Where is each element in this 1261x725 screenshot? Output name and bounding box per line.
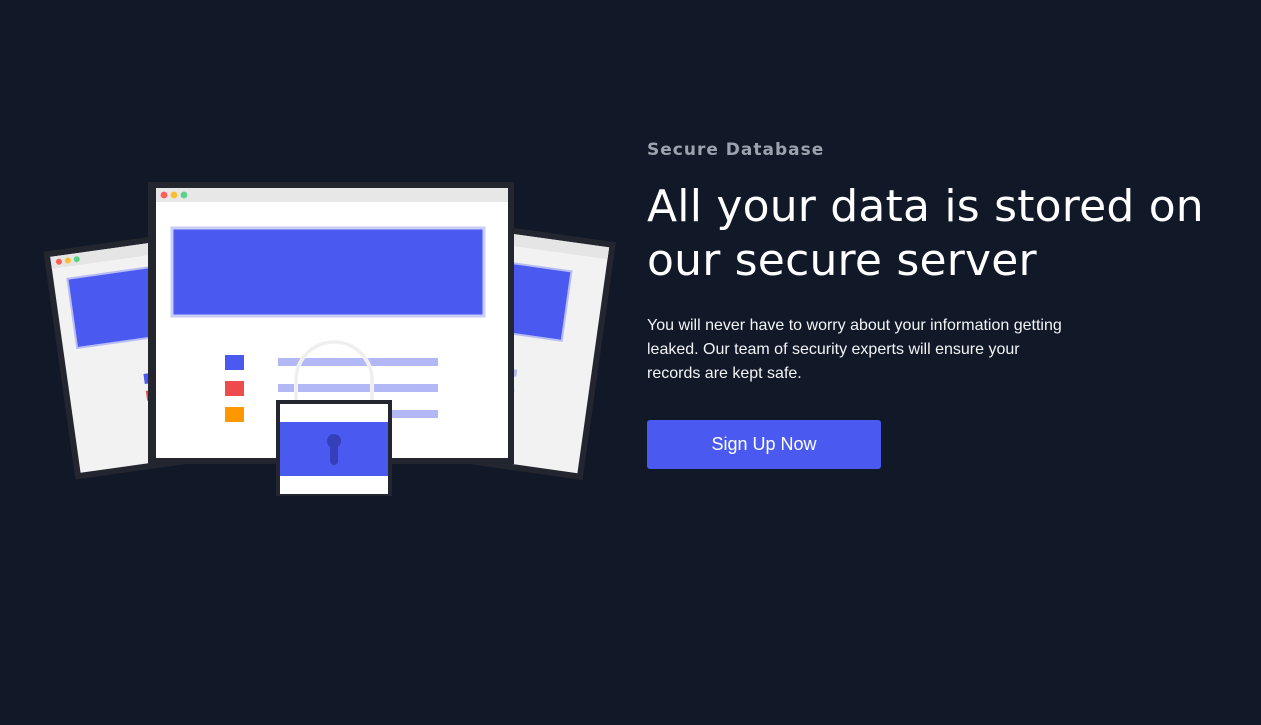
headline-line-2: our secure server <box>647 235 1037 286</box>
sign-up-button[interactable]: Sign Up Now <box>647 420 881 469</box>
hero-description: You will never have to worry about your … <box>647 317 1062 382</box>
hero-section: Secure Database All your data is stored … <box>0 0 1261 725</box>
secure-database-illustration <box>40 170 620 510</box>
hero-headline: All your data is stored on our secure se… <box>647 180 1207 288</box>
section-eyebrow: Secure Database <box>647 140 825 160</box>
hero-content: Secure Database All your data is stored … <box>647 140 1207 469</box>
headline-line-1: All your data is stored on <box>647 181 1204 232</box>
